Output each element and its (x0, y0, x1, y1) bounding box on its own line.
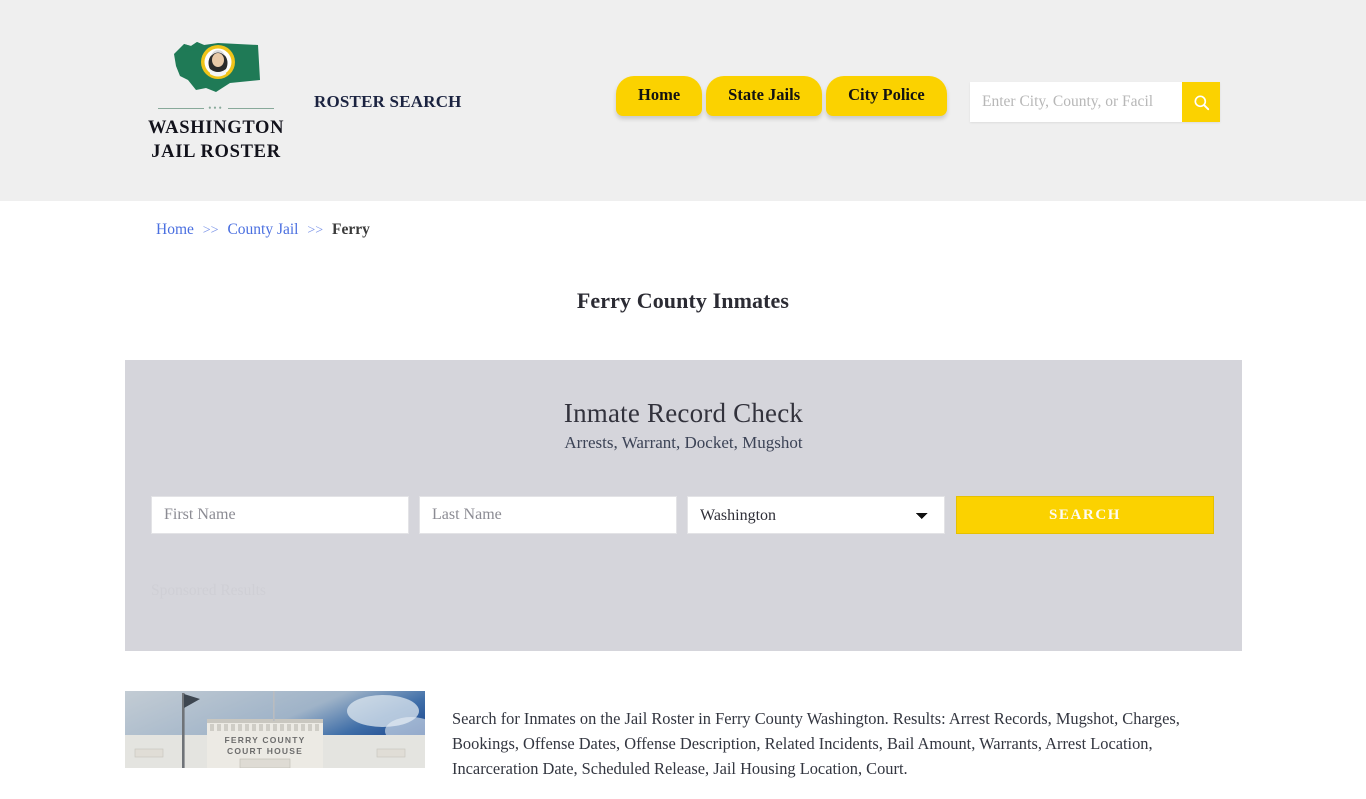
brand-line-1: WASHINGTON (148, 118, 285, 138)
svg-text:FERRY COUNTY: FERRY COUNTY (225, 735, 306, 745)
first-name-input[interactable] (151, 496, 409, 534)
search-icon (1193, 94, 1209, 110)
breadcrumb: Home >> County Jail >> Ferry (156, 221, 370, 239)
header-search-button[interactable] (1182, 82, 1220, 122)
content-row: FERRY COUNTY COURT HOUSE Search for Inma… (125, 691, 1242, 799)
header-inner: ••• WASHINGTON JAIL ROSTER ROSTER SEARCH… (0, 0, 1366, 201)
breadcrumb-separator: >> (202, 223, 219, 238)
sponsored-results-label: Sponsored Results (151, 582, 266, 599)
panel-subtitle: Arrests, Warrant, Docket, Mugshot (564, 433, 803, 452)
site-tagline: ROSTER SEARCH (314, 92, 462, 111)
brand-name: WASHINGTON JAIL ROSTER (148, 117, 284, 164)
washington-state-flag-icon (174, 42, 260, 92)
inmate-search-form: Washington SEARCH (151, 496, 1216, 534)
breadcrumb-separator: >> (307, 223, 324, 238)
breadcrumb-item-county-jail[interactable]: County Jail (227, 221, 298, 238)
brand-line-2: JAIL ROSTER (151, 141, 281, 162)
nav-item-home[interactable]: Home (616, 76, 703, 116)
header-search-input[interactable] (970, 82, 1182, 122)
record-search-button[interactable]: SEARCH (956, 496, 1214, 534)
state-select[interactable]: Washington (687, 496, 945, 534)
main-nav: Home State Jails City Police (616, 76, 947, 116)
panel-title: Inmate Record Check (563, 398, 804, 428)
nav-item-state-jails[interactable]: State Jails (706, 76, 823, 116)
courthouse-photo: FERRY COUNTY COURT HOUSE (125, 691, 425, 768)
last-name-input[interactable] (419, 496, 677, 534)
page-title: Ferry County Inmates (576, 287, 790, 313)
nav-item-city-police[interactable]: City Police (826, 76, 947, 116)
inmate-record-check-panel: Inmate Record Check Arrests, Warrant, Do… (125, 360, 1242, 651)
svg-text:COURT HOUSE: COURT HOUSE (227, 746, 303, 756)
header-search (970, 82, 1220, 122)
breadcrumb-item-home[interactable]: Home (156, 221, 194, 238)
brand-divider: ••• (158, 104, 275, 113)
site-logo[interactable]: ••• WASHINGTON JAIL ROSTER (148, 36, 284, 164)
site-header: ••• WASHINGTON JAIL ROSTER ROSTER SEARCH… (0, 0, 1366, 201)
breadcrumb-item-current: Ferry (332, 221, 370, 238)
page-description: Search for Inmates on the Jail Roster in… (452, 709, 1180, 779)
courthouse-photo-image: FERRY COUNTY COURT HOUSE (125, 691, 425, 768)
